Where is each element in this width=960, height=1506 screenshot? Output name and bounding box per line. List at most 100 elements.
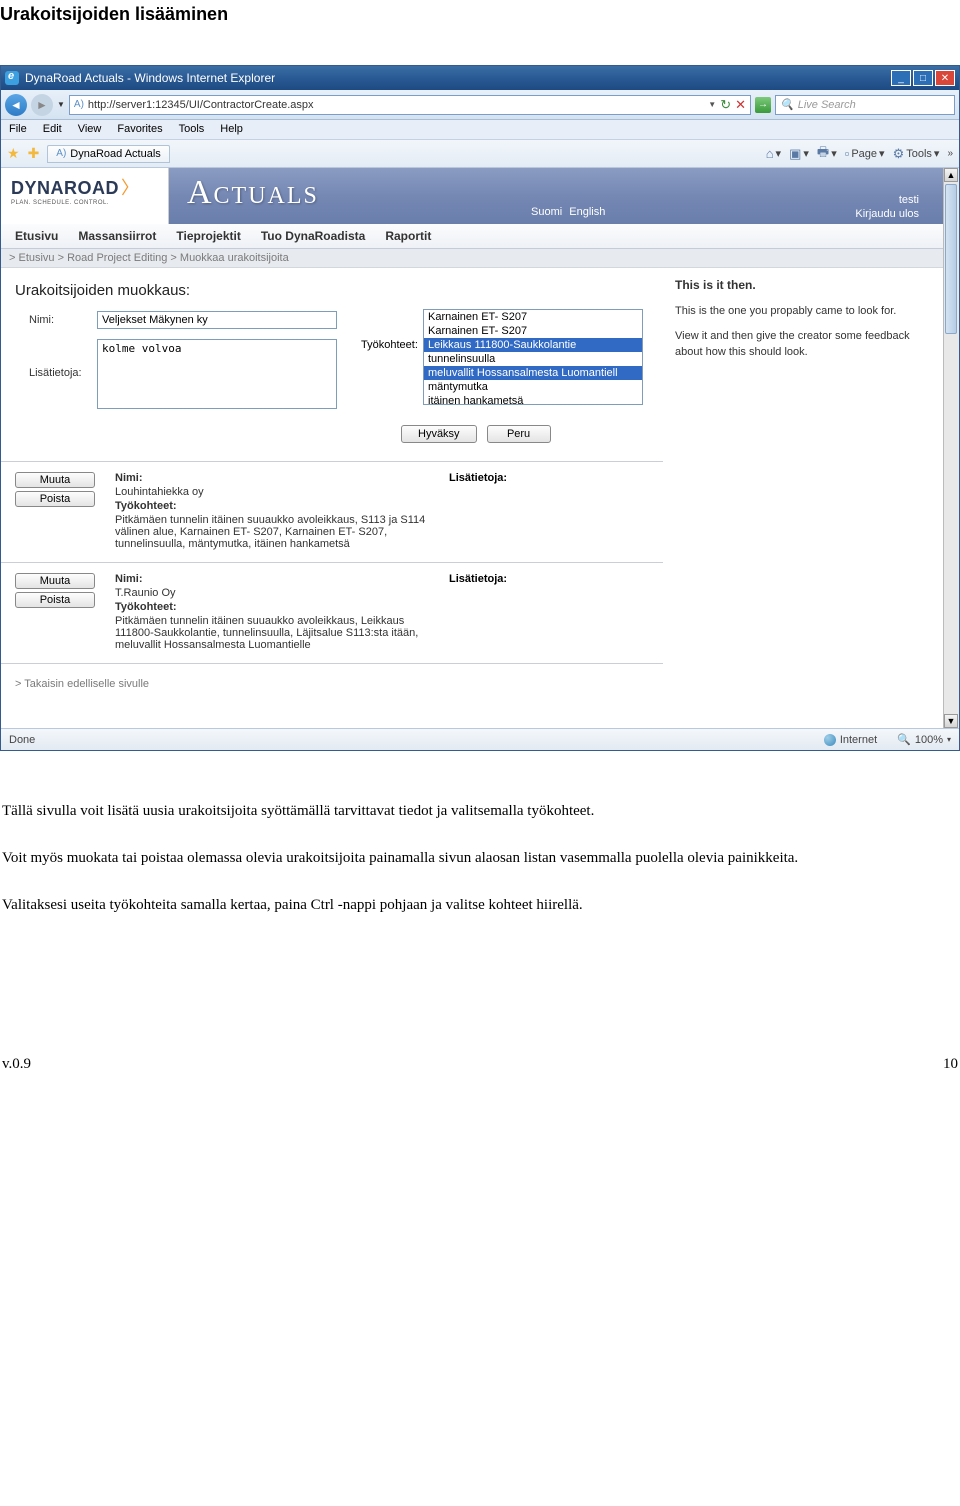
divider xyxy=(1,562,663,563)
feeds-button[interactable]: ▣ ▾ xyxy=(789,146,809,162)
tab-tieprojektit[interactable]: Tieprojektit xyxy=(176,229,240,243)
dynaroad-logo: DYNAROAD〉 PLAN. SCHEDULE. CONTROL. xyxy=(1,168,169,224)
listbox-option[interactable]: mäntymutka xyxy=(424,380,642,394)
print-button[interactable]: 🖶 ▾ xyxy=(817,143,837,165)
listbox-option[interactable]: tunnelinsuulla xyxy=(424,352,642,366)
help-text-1: This is the one you propably came to loo… xyxy=(675,304,931,319)
zoom-control[interactable]: 🔍 100% ▾ xyxy=(897,733,951,746)
go-button[interactable]: → xyxy=(755,97,771,113)
add-favorite-icon[interactable]: ✚ xyxy=(28,145,40,162)
address-dropdown-icon[interactable]: ▼ xyxy=(708,100,716,109)
tools-menu[interactable]: ⚙ Tools ▾ xyxy=(893,146,940,162)
contractor-name: Louhintahiekka oy xyxy=(115,486,429,498)
page-icon-btn: ▫ xyxy=(845,146,850,161)
zone-indicator: Internet xyxy=(824,734,877,746)
label-lisatietoja: Lisätietoja: xyxy=(449,573,507,585)
browser-tab[interactable]: A) DynaRoad Actuals xyxy=(47,145,170,163)
close-button[interactable]: ✕ xyxy=(935,70,955,86)
menu-view[interactable]: View xyxy=(78,123,102,136)
tab-tuo[interactable]: Tuo DynaRoadista xyxy=(261,229,365,243)
listbox-option[interactable]: meluvallit Hossansalmesta Luomantiell xyxy=(424,366,642,380)
tab-raportit[interactable]: Raportit xyxy=(385,229,431,243)
home-icon: ⌂ xyxy=(766,146,774,161)
username: testi xyxy=(855,194,919,206)
doc-paragraph-3: Valitaksesi useita työkohteita samalla k… xyxy=(0,879,960,926)
lang-english[interactable]: English xyxy=(569,206,605,218)
status-text: Done xyxy=(9,734,35,746)
logo-text: DYNAROAD xyxy=(11,178,119,198)
minimize-button[interactable]: _ xyxy=(891,70,911,86)
help-title: This is it then. xyxy=(675,278,931,292)
url-text[interactable]: http://server1:12345/UI/ContractorCreate… xyxy=(88,99,704,111)
search-input[interactable]: 🔍 Live Search xyxy=(775,95,955,115)
maximize-button[interactable]: □ xyxy=(913,70,933,86)
label-nimi: Nimi: xyxy=(115,573,205,585)
scroll-thumb[interactable] xyxy=(945,184,957,334)
nav-history-dropdown[interactable]: ▼ xyxy=(57,100,65,109)
page-menu[interactable]: ▫ Page ▾ xyxy=(845,146,885,161)
menubar: File Edit View Favorites Tools Help xyxy=(1,120,959,140)
logo-arrow-icon: 〉 xyxy=(121,178,139,198)
window-titlebar: DynaRoad Actuals - Windows Internet Expl… xyxy=(1,66,959,90)
zone-label: Internet xyxy=(840,734,877,746)
refresh-icon[interactable]: ↻ xyxy=(720,97,731,113)
menu-tools[interactable]: Tools xyxy=(179,123,205,136)
doc-paragraph-1: Tällä sivulla voit lisätä uusia urakoits… xyxy=(0,751,960,832)
tab-massansiirrot[interactable]: Massansiirrot xyxy=(78,229,156,243)
listbox-option[interactable]: Karnainen ET- S207 xyxy=(424,310,642,324)
breadcrumb[interactable]: > Etusivu > Road Project Editing > Muokk… xyxy=(1,249,943,268)
sidebar-help: This is it then. This is the one you pro… xyxy=(663,268,943,708)
vertical-scrollbar[interactable]: ▲ ▼ xyxy=(943,168,959,728)
tab-toolbar: ★ ✚ A) DynaRoad Actuals ⌂ ▾ ▣ ▾ 🖶 ▾ ▫ Pa… xyxy=(1,140,959,168)
tyokohteet-listbox[interactable]: Karnainen ET- S207Karnainen ET- S207Leik… xyxy=(423,309,643,405)
address-toolbar: ◄ ► ▼ A) http://server1:12345/UI/Contrac… xyxy=(1,90,959,120)
search-icon: 🔍 xyxy=(780,98,794,111)
scroll-down-icon[interactable]: ▼ xyxy=(944,714,958,728)
back-button[interactable]: ◄ xyxy=(5,94,27,116)
address-bar[interactable]: A) http://server1:12345/UI/ContractorCre… xyxy=(69,95,751,115)
menu-help[interactable]: Help xyxy=(220,123,243,136)
app-header: DYNAROAD〉 PLAN. SCHEDULE. CONTROL. Actua… xyxy=(1,168,943,224)
back-link[interactable]: > Takaisin edelliselle sivulle xyxy=(1,668,663,700)
zoom-dropdown-icon[interactable]: ▾ xyxy=(947,735,951,744)
menu-file[interactable]: File xyxy=(9,123,27,136)
search-placeholder: Live Search xyxy=(798,99,856,111)
nimi-input[interactable] xyxy=(97,311,337,329)
lisatietoja-input[interactable] xyxy=(97,339,337,409)
change-button[interactable]: Muuta xyxy=(15,573,95,589)
lang-finnish[interactable]: Suomi xyxy=(531,206,562,218)
label-nimi: Nimi: xyxy=(115,472,205,484)
contractor-sites: Pitkämäen tunnelin itäinen suuaukko avol… xyxy=(115,615,429,651)
print-icon: 🖶 xyxy=(817,143,829,165)
remove-button[interactable]: Poista xyxy=(15,491,95,507)
label-nimi: Nimi: xyxy=(29,311,89,326)
listbox-option[interactable]: itäinen hankametsä xyxy=(424,394,642,405)
accept-button[interactable]: Hyväksy xyxy=(401,425,477,443)
logout-link[interactable]: Kirjaudu ulos xyxy=(855,208,919,220)
divider xyxy=(1,461,663,462)
menu-edit[interactable]: Edit xyxy=(43,123,62,136)
label-lisatietoja: Lisätietoja: xyxy=(29,339,89,379)
app-title: Actuals xyxy=(169,168,831,224)
listbox-option[interactable]: Leikkaus 111800-Saukkolantie xyxy=(424,338,642,352)
window-title: DynaRoad Actuals - Windows Internet Expl… xyxy=(25,71,275,85)
page-icon: A) xyxy=(74,99,84,110)
tab-etusivu[interactable]: Etusivu xyxy=(15,229,58,243)
remove-button[interactable]: Poista xyxy=(15,592,95,608)
favorites-icon[interactable]: ★ xyxy=(7,145,20,162)
tools-menu-label: Tools xyxy=(906,148,932,160)
page-title: Urakoitsijoiden muokkaus: xyxy=(1,276,663,309)
chevron-right-icon[interactable]: » xyxy=(947,148,953,159)
contractor-row: Muuta Poista Nimi: Louhintahiekka oy Työ… xyxy=(1,466,663,558)
globe-icon xyxy=(824,734,836,746)
listbox-option[interactable]: Karnainen ET- S207 xyxy=(424,324,642,338)
tab-page-icon: A) xyxy=(56,148,66,159)
cancel-button[interactable]: Peru xyxy=(487,425,551,443)
label-tyokohteet: Työkohteet: xyxy=(361,309,423,411)
scroll-up-icon[interactable]: ▲ xyxy=(944,168,958,182)
change-button[interactable]: Muuta xyxy=(15,472,95,488)
forward-button[interactable]: ► xyxy=(31,94,53,116)
menu-favorites[interactable]: Favorites xyxy=(117,123,162,136)
home-button[interactable]: ⌂ ▾ xyxy=(766,146,781,161)
stop-icon[interactable]: ✕ xyxy=(735,97,746,113)
